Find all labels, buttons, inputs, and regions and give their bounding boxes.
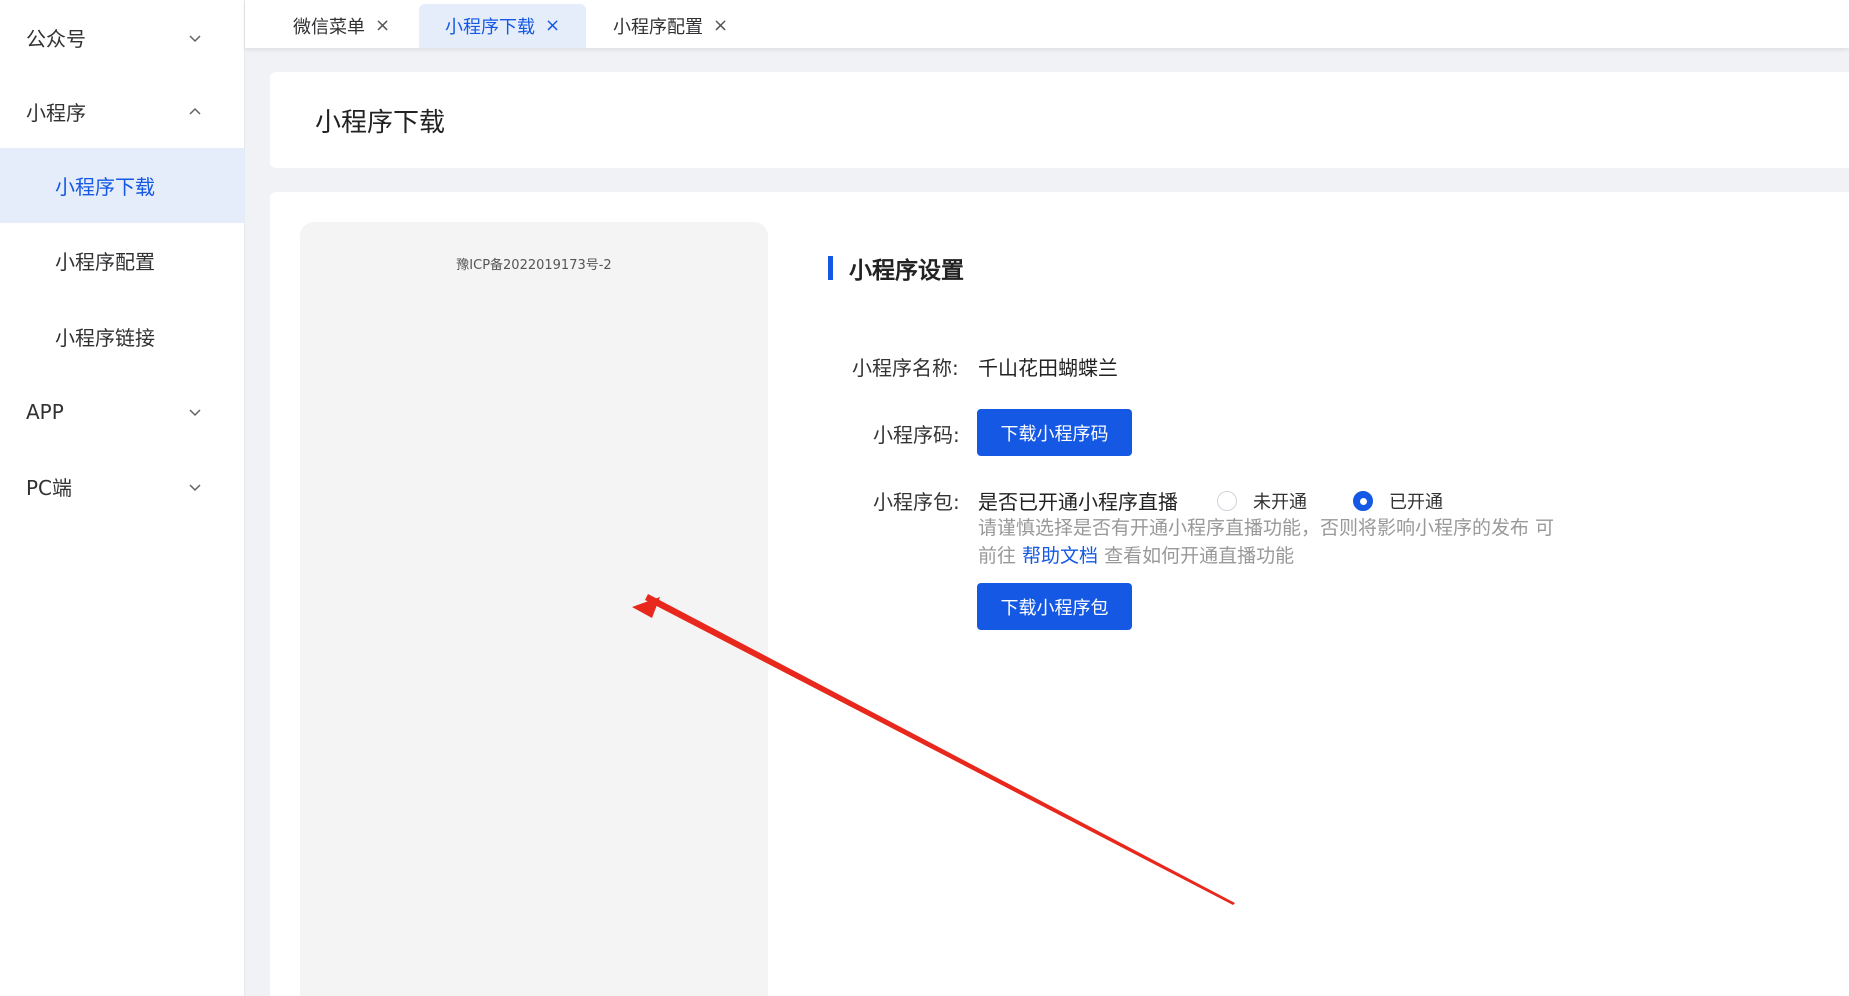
download-package-button[interactable]: 下载小程序包 bbox=[977, 583, 1132, 630]
sidebar-item-mini-program-link[interactable]: 小程序链接 bbox=[0, 299, 245, 374]
sidebar-group-pc[interactable]: PC端 bbox=[0, 449, 245, 524]
tab-mini-program-config[interactable]: 小程序配置 × bbox=[613, 4, 728, 48]
tab-label: 微信菜单 bbox=[293, 17, 365, 38]
help-doc-link[interactable]: 帮助文档 bbox=[1022, 545, 1098, 567]
tab-mini-program-download[interactable]: 小程序下载 × bbox=[419, 4, 587, 48]
chevron-down-icon bbox=[186, 478, 204, 496]
close-icon[interactable]: × bbox=[713, 17, 728, 35]
chevron-up-icon bbox=[186, 103, 204, 121]
radio-not-enabled[interactable]: 未开通 bbox=[1217, 488, 1307, 514]
live-question-text: 是否已开通小程序直播 bbox=[978, 490, 1178, 514]
sidebar-group-label: 公众号 bbox=[26, 27, 86, 51]
sidebar-group-label: APP bbox=[26, 399, 64, 424]
phone-preview: 豫ICP备2022019173号-2 bbox=[300, 222, 768, 996]
tab-wechat-menu[interactable]: 微信菜单 × bbox=[293, 4, 390, 48]
sidebar-group-app[interactable]: APP bbox=[0, 374, 245, 449]
app-root: 公众号 小程序 小程序下载 小程序配置 小程序链接 APP PC端 微信菜单 ×… bbox=[0, 0, 1849, 996]
mini-program-package-label: 小程序包: bbox=[873, 490, 960, 514]
sidebar-item-label: 小程序下载 bbox=[55, 175, 155, 199]
sidebar-item-label: 小程序链接 bbox=[55, 326, 155, 350]
radio-label: 未开通 bbox=[1253, 492, 1307, 513]
content-card: 豫ICP备2022019173号-2 小程序设置 小程序名称: 千山花田蝴蝶兰 … bbox=[270, 192, 1849, 996]
sidebar-group-label: 小程序 bbox=[26, 101, 86, 125]
tab-label: 小程序下载 bbox=[445, 17, 535, 38]
page-title: 小程序下载 bbox=[315, 108, 446, 138]
section-title-bar bbox=[828, 256, 833, 280]
live-hint-text: 请谨慎选择是否有开通小程序直播功能，否则将影响小程序的发布 可前往 帮助文档 查… bbox=[978, 514, 1568, 570]
close-icon[interactable]: × bbox=[375, 17, 390, 35]
chevron-down-icon bbox=[186, 403, 204, 421]
radio-enabled[interactable]: 已开通 bbox=[1353, 488, 1443, 514]
radio-circle[interactable] bbox=[1217, 491, 1237, 511]
section-title: 小程序设置 bbox=[828, 254, 964, 284]
radio-label: 已开通 bbox=[1389, 492, 1443, 513]
radio-circle-checked[interactable] bbox=[1353, 491, 1373, 511]
page-header: 小程序下载 bbox=[270, 72, 1849, 168]
close-icon[interactable]: × bbox=[545, 17, 560, 35]
hint-suffix: 查看如何开通直播功能 bbox=[1098, 545, 1295, 567]
mini-program-code-label: 小程序码: bbox=[873, 423, 960, 447]
mini-program-name-label: 小程序名称: bbox=[852, 356, 959, 380]
sidebar-item-mini-program-config[interactable]: 小程序配置 bbox=[0, 223, 245, 298]
tab-label: 小程序配置 bbox=[613, 17, 703, 38]
sidebar-group-label: PC端 bbox=[26, 476, 73, 500]
mini-program-name-value: 千山花田蝴蝶兰 bbox=[978, 356, 1118, 380]
tab-bar: 微信菜单 × 小程序下载 × 小程序配置 × bbox=[245, 0, 1849, 48]
sidebar-item-mini-program-download[interactable]: 小程序下载 bbox=[0, 148, 245, 223]
chevron-down-icon bbox=[186, 29, 204, 47]
sidebar-item-label: 小程序配置 bbox=[55, 250, 155, 274]
sidebar-group-official-account[interactable]: 公众号 bbox=[0, 0, 245, 75]
section-title-text: 小程序设置 bbox=[849, 258, 964, 284]
sidebar-group-mini-program[interactable]: 小程序 bbox=[0, 74, 245, 149]
sidebar: 公众号 小程序 小程序下载 小程序配置 小程序链接 APP PC端 bbox=[0, 0, 245, 996]
download-code-button[interactable]: 下载小程序码 bbox=[977, 409, 1132, 456]
icp-license-text: 豫ICP备2022019173号-2 bbox=[456, 258, 612, 273]
